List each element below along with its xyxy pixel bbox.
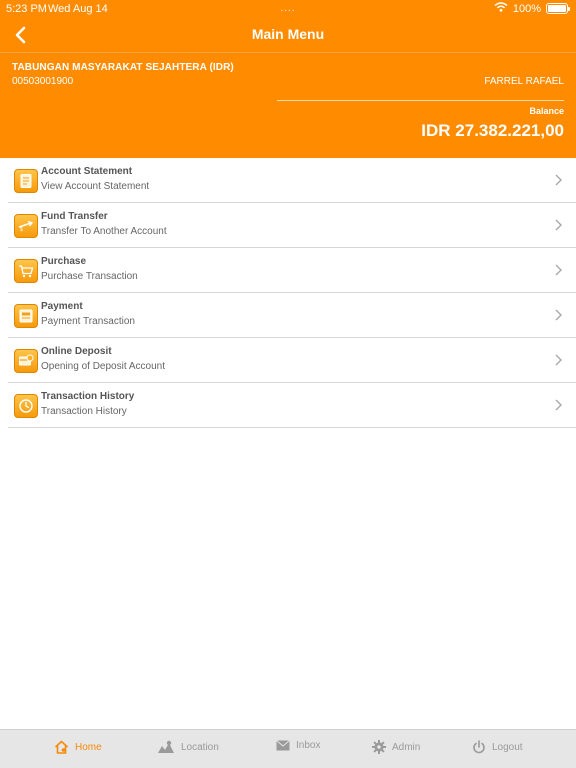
tab-home[interactable]: Home	[54, 740, 102, 754]
home-icon	[54, 740, 69, 754]
chevron-right-icon	[555, 354, 562, 366]
battery-percent: 100%	[512, 2, 541, 15]
bottom-tab-bar: Home Location Inbox Admin Logout	[0, 729, 576, 768]
chevron-right-icon	[555, 399, 562, 411]
battery-icon	[546, 3, 570, 14]
menu-item-online-deposit[interactable]: Online Deposit Opening of Deposit Accoun…	[8, 338, 576, 383]
balance-value: IDR 27.382.221,00	[421, 121, 564, 140]
status-time: 5:23 PM	[6, 3, 47, 15]
account-number: 00503001900	[12, 76, 74, 87]
tab-label: Admin	[392, 741, 421, 753]
payment-icon	[14, 304, 38, 328]
account-name: TABUNGAN MASYARAKAT SEJAHTERA (IDR)	[12, 62, 234, 73]
balance-label: Balance	[529, 106, 564, 116]
menu-item-subtitle: Purchase Transaction	[41, 271, 138, 282]
wifi-icon	[494, 2, 508, 15]
chevron-right-icon	[555, 174, 562, 186]
menu-item-title: Online Deposit	[41, 346, 112, 357]
tab-logout[interactable]: Logout	[472, 740, 523, 754]
envelope-icon	[276, 740, 290, 751]
status-indicators: 100%	[494, 2, 570, 15]
tab-label: Home	[75, 741, 102, 753]
transfer-icon: $	[14, 214, 38, 238]
menu-item-payment[interactable]: Payment Payment Transaction	[8, 293, 576, 338]
tab-inbox[interactable]: Inbox	[276, 740, 320, 751]
tab-admin[interactable]: Admin	[372, 740, 420, 754]
document-icon	[14, 169, 38, 193]
gear-icon	[372, 740, 386, 754]
menu-item-fund-transfer[interactable]: $ Fund Transfer Transfer To Another Acco…	[8, 203, 576, 248]
chevron-right-icon	[555, 219, 562, 231]
menu-item-title: Fund Transfer	[41, 211, 108, 222]
menu-item-subtitle: Payment Transaction	[41, 316, 135, 327]
menu-item-title: Transaction History	[41, 391, 135, 402]
status-date: Wed Aug 14	[48, 3, 108, 15]
nav-bar: Main Menu	[0, 18, 576, 52]
balance-divider	[277, 100, 564, 101]
multitask-dots: ....	[280, 3, 296, 14]
menu-item-transaction-history[interactable]: Transaction History Transaction History	[8, 383, 576, 428]
tab-label: Logout	[492, 741, 523, 753]
menu-item-title: Payment	[41, 301, 83, 312]
tab-label: Inbox	[296, 740, 321, 751]
status-bar: 5:23 PM Wed Aug 14 .... 100%	[0, 0, 576, 18]
power-icon	[473, 740, 485, 754]
account-holder: FARREL RAFAEL	[484, 76, 564, 87]
main-menu-list: Account Statement View Account Statement…	[0, 158, 576, 428]
tab-location[interactable]: Location	[157, 740, 219, 754]
menu-item-title: Account Statement	[41, 166, 133, 177]
chevron-right-icon	[555, 264, 562, 276]
chevron-right-icon	[555, 309, 562, 321]
tab-label: Location	[181, 741, 219, 753]
menu-item-subtitle: Opening of Deposit Account	[41, 361, 165, 372]
menu-item-subtitle: Transaction History	[41, 406, 127, 417]
map-icon	[158, 740, 174, 753]
menu-item-purchase[interactable]: Purchase Purchase Transaction	[8, 248, 576, 293]
cart-icon	[14, 259, 38, 283]
menu-item-title: Purchase	[41, 256, 87, 267]
menu-item-account-statement[interactable]: Account Statement View Account Statement	[8, 158, 576, 203]
nav-divider	[0, 52, 576, 53]
app-header: 5:23 PM Wed Aug 14 .... 100% Main Menu T…	[0, 0, 576, 158]
svg-text:$: $	[20, 227, 23, 233]
menu-item-subtitle: View Account Statement	[41, 181, 150, 192]
page-title: Main Menu	[251, 26, 325, 42]
menu-item-subtitle: Transfer To Another Account	[41, 226, 167, 237]
clock-icon	[14, 394, 38, 418]
deposit-icon	[14, 349, 38, 373]
